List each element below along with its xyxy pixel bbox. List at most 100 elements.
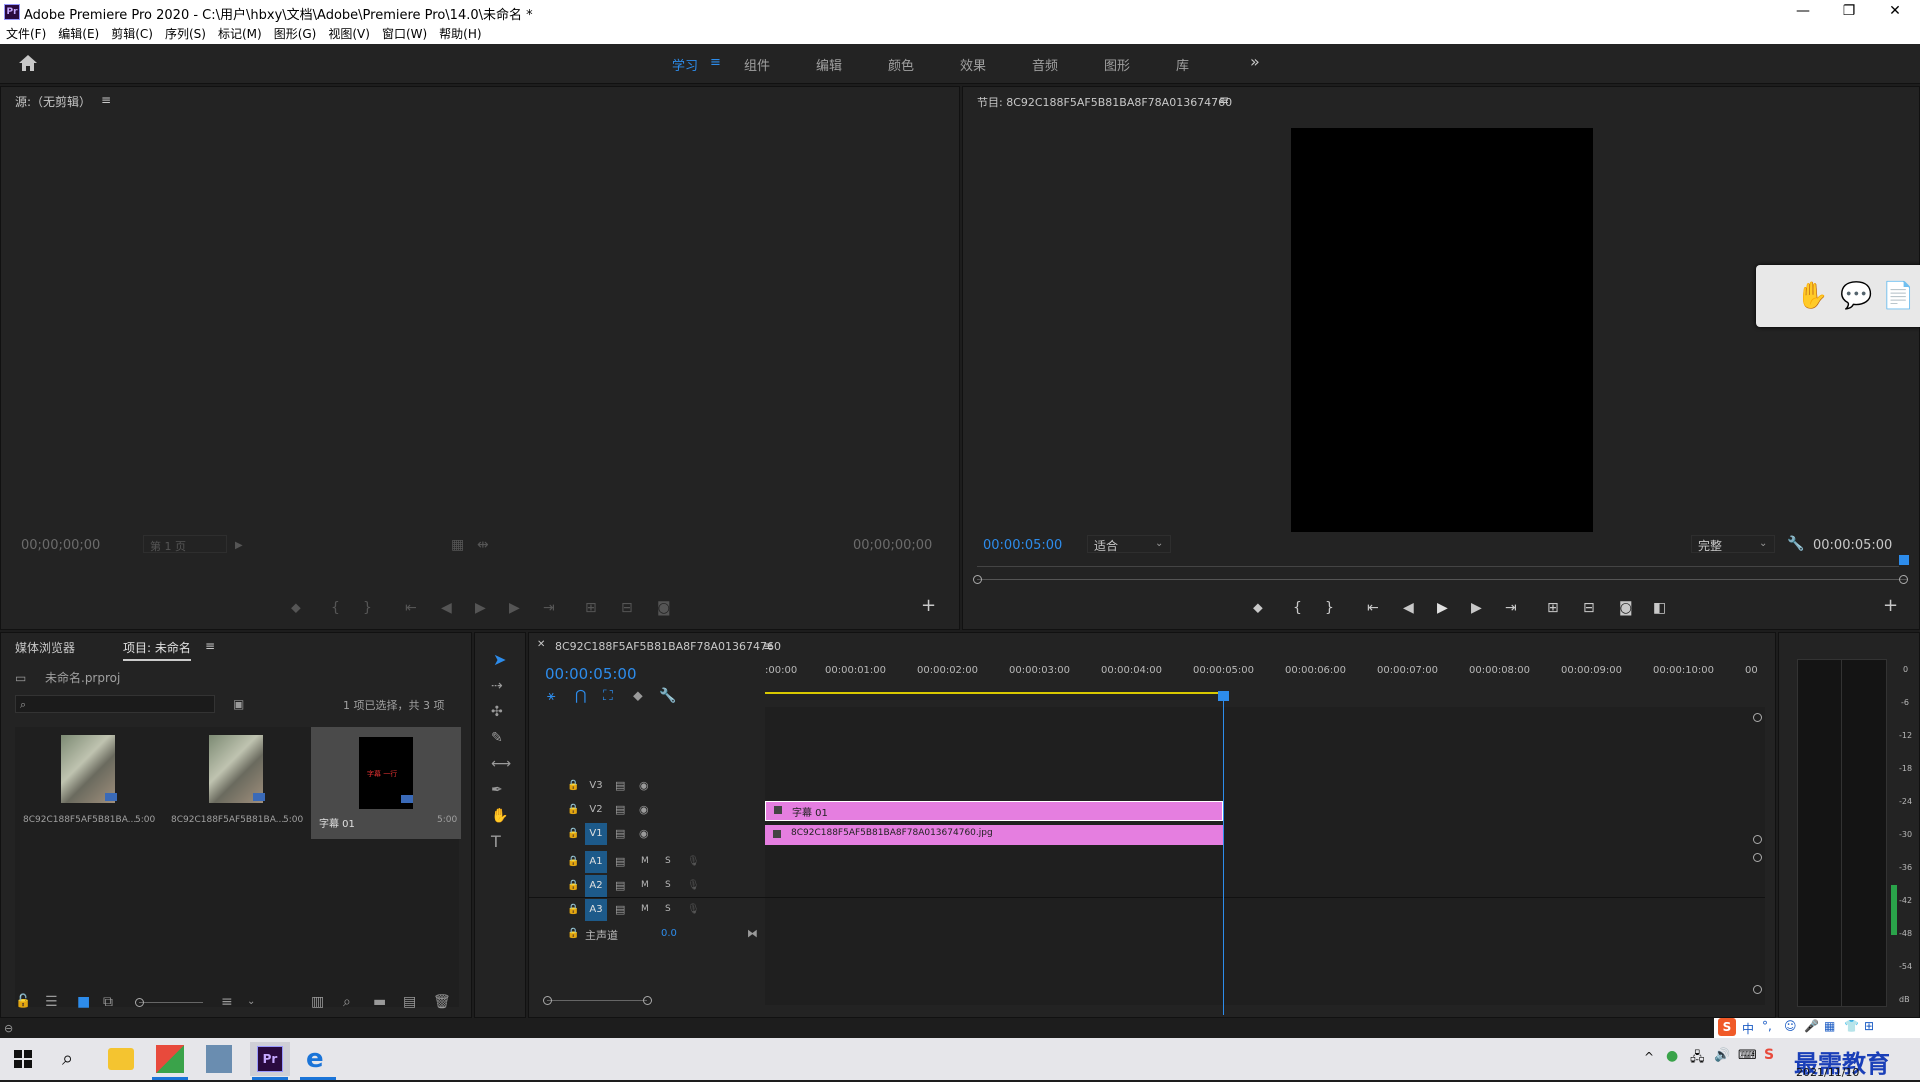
- mute-button[interactable]: M: [641, 856, 649, 866]
- lock-icon[interactable]: 🔒: [567, 879, 579, 893]
- lock-icon[interactable]: 🔒: [567, 803, 579, 817]
- go-to-in-icon[interactable]: ⇤: [1367, 601, 1379, 615]
- track-label[interactable]: V2: [585, 799, 607, 821]
- sync-lock-icon[interactable]: ▤: [615, 827, 625, 841]
- insert-icon[interactable]: ⊞: [585, 601, 597, 615]
- playhead-handle[interactable]: [1218, 691, 1229, 701]
- zoom-handle-left[interactable]: [543, 996, 552, 1005]
- freeform-view-icon[interactable]: ⧉: [103, 995, 113, 1009]
- automate-sequence-icon[interactable]: ▥: [311, 995, 324, 1009]
- overwrite-icon[interactable]: ⊟: [621, 601, 633, 615]
- menu-clip[interactable]: 剪辑(C): [105, 24, 159, 44]
- settings-small-icon[interactable]: ▦: [451, 538, 464, 552]
- lock-icon[interactable]: 🔒: [567, 903, 579, 917]
- menu-graphics[interactable]: 图形(G): [268, 24, 323, 44]
- more-workspaces-icon[interactable]: »: [1250, 52, 1260, 71]
- restore-button[interactable]: ❐: [1826, 0, 1872, 24]
- eye-icon[interactable]: ◉: [639, 779, 649, 793]
- home-icon[interactable]: [18, 54, 38, 72]
- toolbox-icon[interactable]: ⊞: [1864, 1019, 1874, 1033]
- scroll-handle-left[interactable]: [973, 575, 982, 584]
- new-bin-icon[interactable]: ▬: [373, 995, 386, 1009]
- panel-menu-icon[interactable]: ≡: [205, 639, 215, 653]
- search-input[interactable]: ⌕: [15, 695, 215, 713]
- workspace-tab-learn[interactable]: 学习: [672, 55, 698, 74]
- step-back-icon[interactable]: ◀: [1403, 601, 1414, 615]
- project-item[interactable]: 8C92C188F5AF5B81BA... 5:00: [15, 727, 165, 839]
- new-item-icon[interactable]: ▤: [403, 995, 416, 1009]
- close-tab-icon[interactable]: ✕: [537, 639, 545, 650]
- solo-button[interactable]: S: [665, 880, 671, 890]
- track-label[interactable]: A1: [585, 851, 607, 873]
- hand-tool-icon[interactable]: ✋: [491, 809, 508, 823]
- go-to-end-icon[interactable]: ⧓: [747, 927, 758, 941]
- work-area-bar[interactable]: [765, 692, 1225, 694]
- menu-help[interactable]: 帮助(H): [433, 24, 487, 44]
- program-timecode-left[interactable]: 00:00:05:00: [983, 538, 1062, 553]
- mute-button[interactable]: M: [641, 880, 649, 890]
- go-to-out-icon[interactable]: ⇥: [543, 601, 555, 615]
- program-time-ruler[interactable]: [977, 566, 1899, 567]
- track-label[interactable]: V1: [585, 823, 607, 845]
- selection-tool-icon[interactable]: ➤: [493, 652, 506, 668]
- menu-sequence[interactable]: 序列(S): [159, 24, 212, 44]
- timeline-zoom-bar[interactable]: [547, 1000, 647, 1001]
- lock-icon[interactable]: 🔒: [567, 927, 579, 941]
- sogou-tray-icon[interactable]: S: [1764, 1047, 1774, 1063]
- lock-icon[interactable]: 🔒: [567, 827, 579, 841]
- lock-icon[interactable]: 🔓: [15, 995, 31, 1009]
- vscroll-handle[interactable]: [1753, 853, 1762, 862]
- eye-icon[interactable]: ◉: [639, 803, 649, 817]
- workspace-menu-icon[interactable]: ≡: [710, 55, 721, 70]
- edge-icon[interactable]: e: [306, 1044, 324, 1074]
- page-select[interactable]: 第 1 页: [143, 535, 227, 553]
- sync-lock-icon[interactable]: ▤: [615, 903, 625, 917]
- tab-project[interactable]: 项目: 未命名: [123, 639, 191, 661]
- playhead-marker[interactable]: [1899, 555, 1909, 565]
- master-volume[interactable]: 0.0: [661, 928, 677, 939]
- vscroll-handle[interactable]: [1753, 985, 1762, 994]
- workspace-tab-effects[interactable]: 效果: [960, 55, 986, 74]
- volume-icon[interactable]: 🔊: [1714, 1048, 1730, 1063]
- compare-icon[interactable]: ◧: [1653, 601, 1666, 615]
- razor-tool-icon[interactable]: ✎: [491, 731, 503, 745]
- add-marker-icon[interactable]: ⬥: [1253, 601, 1263, 615]
- add-button-icon[interactable]: +: [921, 597, 936, 615]
- workspace-tab-graphics[interactable]: 图形: [1104, 55, 1130, 74]
- menu-edit[interactable]: 编辑(E): [52, 24, 105, 44]
- step-forward-icon[interactable]: ▶: [1471, 601, 1482, 615]
- project-item[interactable]: 8C92C188F5AF5B81BA... 5:00: [163, 727, 313, 839]
- menu-window[interactable]: 窗口(W): [376, 24, 433, 44]
- sync-lock-icon[interactable]: ▤: [615, 879, 625, 893]
- chat-icon[interactable]: 💬: [1840, 281, 1872, 311]
- lock-icon[interactable]: 🔒: [567, 779, 579, 793]
- clip-v1[interactable]: 8C92C188F5AF5B81BA8F78A013674760.jpg: [765, 825, 1223, 845]
- icon-view-icon[interactable]: ■: [77, 995, 90, 1009]
- menu-file[interactable]: 文件(F): [0, 24, 52, 44]
- camera-icon[interactable]: ◙: [1619, 601, 1633, 615]
- search-icon[interactable]: ⌕: [62, 1046, 73, 1070]
- emoji-icon[interactable]: ☺: [1784, 1019, 1797, 1033]
- panel-menu-icon[interactable]: ≡: [101, 93, 111, 107]
- tray-expand-icon[interactable]: ^: [1644, 1050, 1654, 1064]
- mute-button[interactable]: M: [641, 904, 649, 914]
- sort-icon[interactable]: ≡: [221, 995, 233, 1009]
- zoom-scrollbar[interactable]: [977, 579, 1907, 580]
- eye-icon[interactable]: ◉: [639, 827, 649, 841]
- export-frame-icon[interactable]: ◙: [657, 601, 671, 615]
- sync-lock-icon[interactable]: ▤: [615, 803, 625, 817]
- trash-icon[interactable]: 🗑: [433, 995, 451, 1009]
- play-icon[interactable]: ▶: [1437, 601, 1448, 615]
- pen-tool-icon[interactable]: ✒: [491, 783, 503, 797]
- zoom-handle-right[interactable]: [643, 996, 652, 1005]
- sync-lock-icon[interactable]: ▤: [615, 779, 625, 793]
- panel-menu-icon[interactable]: ≡: [1219, 93, 1229, 107]
- keyboard-icon[interactable]: ▦: [1824, 1019, 1835, 1033]
- solo-button[interactable]: S: [665, 904, 671, 914]
- track-label[interactable]: A3: [585, 899, 607, 921]
- play-small-icon[interactable]: ▶: [235, 539, 243, 553]
- menu-view[interactable]: 视图(V): [322, 24, 376, 44]
- nest-icon[interactable]: ⚹: [547, 689, 555, 703]
- app-icon[interactable]: [156, 1045, 184, 1073]
- mark-in-icon[interactable]: {: [331, 601, 340, 615]
